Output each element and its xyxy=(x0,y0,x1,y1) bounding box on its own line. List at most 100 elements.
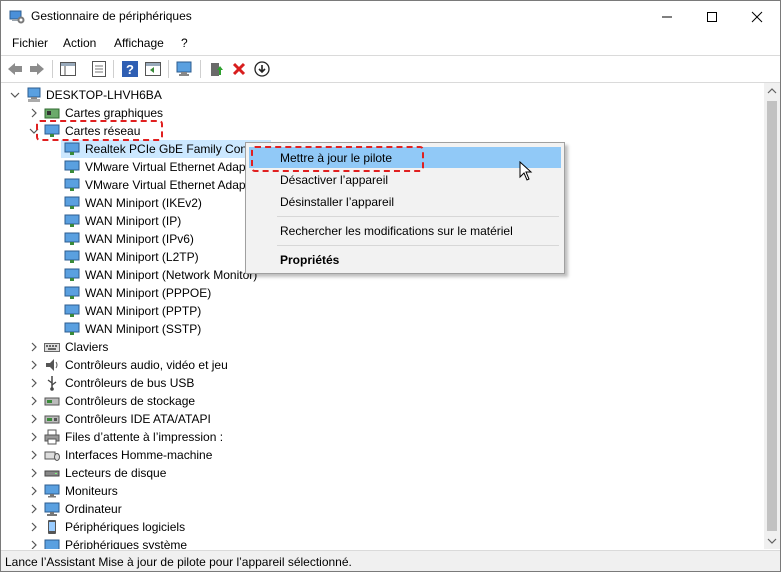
tree-item-wan-sstp[interactable]: WAN Miniport (SSTP) xyxy=(61,320,361,338)
properties-button[interactable] xyxy=(89,59,109,79)
uninstall-button[interactable] xyxy=(229,59,249,79)
tree-item-logiciels[interactable]: Périphériques logiciels xyxy=(28,518,328,536)
device-manager-icon xyxy=(9,10,25,24)
back-icon xyxy=(8,63,22,75)
update-driver-icon xyxy=(211,63,223,76)
mouse-cursor-icon xyxy=(519,161,533,181)
menu-separator xyxy=(277,245,559,246)
network-adapter-icon xyxy=(64,178,80,191)
scan-hardware-button[interactable] xyxy=(175,59,195,79)
menu-item-scan-hardware[interactable]: Rechercher les modifications sur le maté… xyxy=(249,220,561,241)
tree-item-label: Moniteurs xyxy=(65,484,118,498)
chevron-down-icon[interactable] xyxy=(9,87,21,103)
tree-item-label: Périphériques système xyxy=(65,538,188,549)
chevron-right-icon[interactable] xyxy=(28,465,40,481)
maximize-button[interactable] xyxy=(689,1,735,32)
tree-item-usb[interactable]: Contrôleurs de bus USB xyxy=(28,374,328,392)
menu-item-disable-device[interactable]: Désactiver l’appareil xyxy=(249,169,561,190)
chevron-right-icon[interactable] xyxy=(28,483,40,499)
close-button[interactable] xyxy=(734,1,780,32)
tree-item-label: Files d’attente à l’impression : xyxy=(65,430,224,444)
storage-controller-icon xyxy=(44,397,60,406)
vertical-scrollbar[interactable] xyxy=(764,83,780,549)
tree-root[interactable]: DESKTOP-LHVH6BA xyxy=(9,86,309,104)
chevron-right-icon[interactable] xyxy=(28,519,40,535)
speaker-icon xyxy=(46,359,58,371)
tree-item-ide[interactable]: Contrôleurs IDE ATA/ATAPI xyxy=(28,410,328,428)
network-adapter-icon xyxy=(64,160,80,173)
network-adapter-icon xyxy=(64,214,80,227)
tree-item-label: WAN Miniport (IKEv2) xyxy=(85,196,202,210)
menu-separator xyxy=(277,216,559,217)
tree-item-systeme[interactable]: Périphériques système xyxy=(28,536,328,549)
tree-item-claviers[interactable]: Claviers xyxy=(28,338,328,356)
menu-fichier[interactable]: Fichier xyxy=(12,36,48,50)
tree-item-label: WAN Miniport (SSTP) xyxy=(85,322,202,336)
tree-item-label: Contrôleurs de bus USB xyxy=(65,376,195,390)
tree-item-moniteurs[interactable]: Moniteurs xyxy=(28,482,328,500)
chevron-right-icon[interactable] xyxy=(28,375,40,391)
chevron-right-icon[interactable] xyxy=(28,501,40,517)
device-manager-window: Gestionnaire de périphériques Fichier Ac… xyxy=(0,0,781,572)
chevron-right-icon[interactable] xyxy=(28,537,40,549)
monitor-icon xyxy=(44,484,60,498)
minimize-icon xyxy=(662,16,672,17)
tree-item-disques[interactable]: Lecteurs de disque xyxy=(28,464,328,482)
tree-item-ordinateur[interactable]: Ordinateur xyxy=(28,500,328,518)
menu-action[interactable]: Action xyxy=(63,36,96,50)
tree-item-impression[interactable]: Files d’attente à l’impression : xyxy=(28,428,328,446)
minimize-button[interactable] xyxy=(644,1,690,32)
action-pane-icon xyxy=(145,62,161,76)
console-tree-button[interactable] xyxy=(58,59,78,79)
tree-item-label: VMware Virtual Ethernet Adap xyxy=(85,160,246,174)
network-adapter-icon xyxy=(64,142,80,155)
forward-button[interactable] xyxy=(27,59,47,79)
back-button[interactable] xyxy=(5,59,25,79)
tree-item-realtek[interactable]: Realtek PCIe GbE Family Contr xyxy=(61,140,271,158)
update-driver-button[interactable] xyxy=(206,59,226,79)
scroll-up-icon[interactable] xyxy=(767,87,777,95)
tree-item-label: Contrôleurs de stockage xyxy=(65,394,196,408)
toolbar: ? xyxy=(1,55,780,83)
tree-item-label: WAN Miniport (Network Monitor) xyxy=(85,268,258,282)
menu-help[interactable]: ? xyxy=(181,36,188,50)
action-pane-button[interactable] xyxy=(143,59,163,79)
forward-icon xyxy=(30,63,44,75)
properties-icon xyxy=(92,61,106,77)
menu-affichage[interactable]: Affichage xyxy=(114,36,164,50)
tree-item-wan-pppoe[interactable]: WAN Miniport (PPPOE) xyxy=(61,284,361,302)
help-button[interactable]: ? xyxy=(120,59,140,79)
tree-item-label: WAN Miniport (PPPOE) xyxy=(85,286,212,300)
network-adapter-icon xyxy=(64,196,80,209)
chevron-right-icon[interactable] xyxy=(28,411,40,427)
chevron-right-icon[interactable] xyxy=(28,447,40,463)
annotation-highlight-update-driver xyxy=(251,146,424,172)
scan-hardware-icon xyxy=(176,61,192,76)
tree-item-label: Claviers xyxy=(65,340,109,354)
usb-icon xyxy=(47,376,57,391)
tree-item-audio-video[interactable]: Contrôleurs audio, vidéo et jeu xyxy=(28,356,328,374)
chevron-right-icon[interactable] xyxy=(28,105,40,121)
scroll-down-icon[interactable] xyxy=(767,537,777,545)
chevron-right-icon[interactable] xyxy=(28,429,40,445)
tree-item-label: Cartes graphiques xyxy=(65,106,164,120)
tree-item-label: Realtek PCIe GbE Family Contr xyxy=(85,142,255,156)
chevron-right-icon[interactable] xyxy=(28,393,40,409)
hid-icon xyxy=(44,451,60,461)
disable-device-button[interactable] xyxy=(252,59,272,79)
tree-item-stockage[interactable]: Contrôleurs de stockage xyxy=(28,392,328,410)
show-hide-console-tree-icon xyxy=(60,62,76,76)
display-adapter-icon xyxy=(44,108,60,119)
tree-item-hid[interactable]: Interfaces Homme-machine xyxy=(28,446,328,464)
chevron-right-icon[interactable] xyxy=(28,357,40,373)
menu-item-uninstall-device[interactable]: Désinstaller l’appareil xyxy=(249,191,561,212)
title-bar[interactable]: Gestionnaire de périphériques xyxy=(1,1,780,32)
scrollbar-thumb[interactable] xyxy=(767,101,777,531)
menu-bar: Fichier Action Affichage ? xyxy=(1,32,780,54)
menu-item-label: Désinstaller l’appareil xyxy=(280,195,395,209)
tree-item-wan-pptp[interactable]: WAN Miniport (PPTP) xyxy=(61,302,361,320)
tree-item-label: WAN Miniport (IP) xyxy=(85,214,182,228)
toolbar-separator xyxy=(168,60,169,78)
chevron-right-icon[interactable] xyxy=(28,339,40,355)
menu-item-properties[interactable]: Propriétés xyxy=(249,249,561,270)
